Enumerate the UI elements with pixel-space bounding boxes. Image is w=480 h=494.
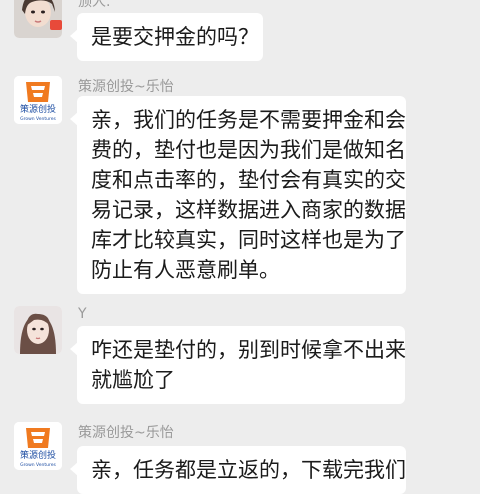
chat-message: 颁人. 是要交押金的吗？ [0, 0, 480, 61]
brand-logo-text: 策源创投 [20, 449, 56, 461]
avatar[interactable] [14, 0, 62, 38]
user-photo-icon [14, 0, 62, 38]
sender-name: 策源创投~乐怡 [78, 425, 174, 441]
message-text-line: 易记录，这样数据进入商家的数据 [91, 198, 406, 222]
brand-logo-subtext: Grown Ventures [20, 462, 56, 468]
avatar[interactable]: 策源创投 Grown Ventures [14, 76, 62, 124]
message-bubble[interactable]: 咋还是垫付的，别到时候拿不出来 就尴尬了 [70, 326, 406, 404]
message-text-line: 亲，我们的任务是不需要押金和会 [91, 108, 406, 132]
message-bubble[interactable]: 是要交押金的吗？ [70, 13, 263, 61]
sender-name: Y [78, 306, 87, 322]
message-text-line: 亲，任务都是立返的，下载完我们 [91, 458, 406, 482]
sender-name: 策源创投~乐怡 [78, 79, 174, 95]
avatar[interactable]: 策源创投 Grown Ventures [14, 422, 62, 470]
brand-logo-icon: 策源创投 Grown Ventures [14, 422, 62, 470]
message-text-line: 咋还是垫付的，别到时候拿不出来 [91, 338, 406, 362]
message-text: 是要交押金的吗？ [91, 25, 259, 49]
message-text-line: 度和点击率的，垫付会有真实的交 [91, 168, 406, 192]
brand-logo-icon: 策源创投 Grown Ventures [14, 76, 62, 124]
user-photo-icon [14, 306, 62, 354]
message-text-line: 库才比较真实，同时这样也是为了 [91, 228, 406, 252]
message-text-line: 防止有人恶意刷单。 [91, 258, 280, 282]
brand-logo-text: 策源创投 [20, 103, 56, 115]
sender-name: 颁人. [78, 0, 111, 10]
message-text-line: 就尴尬了 [91, 368, 175, 392]
message-text-line: 费的，垫付也是因为我们是做知名 [91, 138, 406, 162]
message-bubble[interactable]: 亲，我们的任务是不需要押金和会 费的，垫付也是因为我们是做知名 度和点击率的，垫… [70, 96, 406, 294]
brand-logo-subtext: Grown Ventures [20, 116, 56, 122]
avatar[interactable] [14, 306, 62, 354]
message-bubble[interactable]: 亲，任务都是立返的，下载完我们 [70, 446, 406, 494]
